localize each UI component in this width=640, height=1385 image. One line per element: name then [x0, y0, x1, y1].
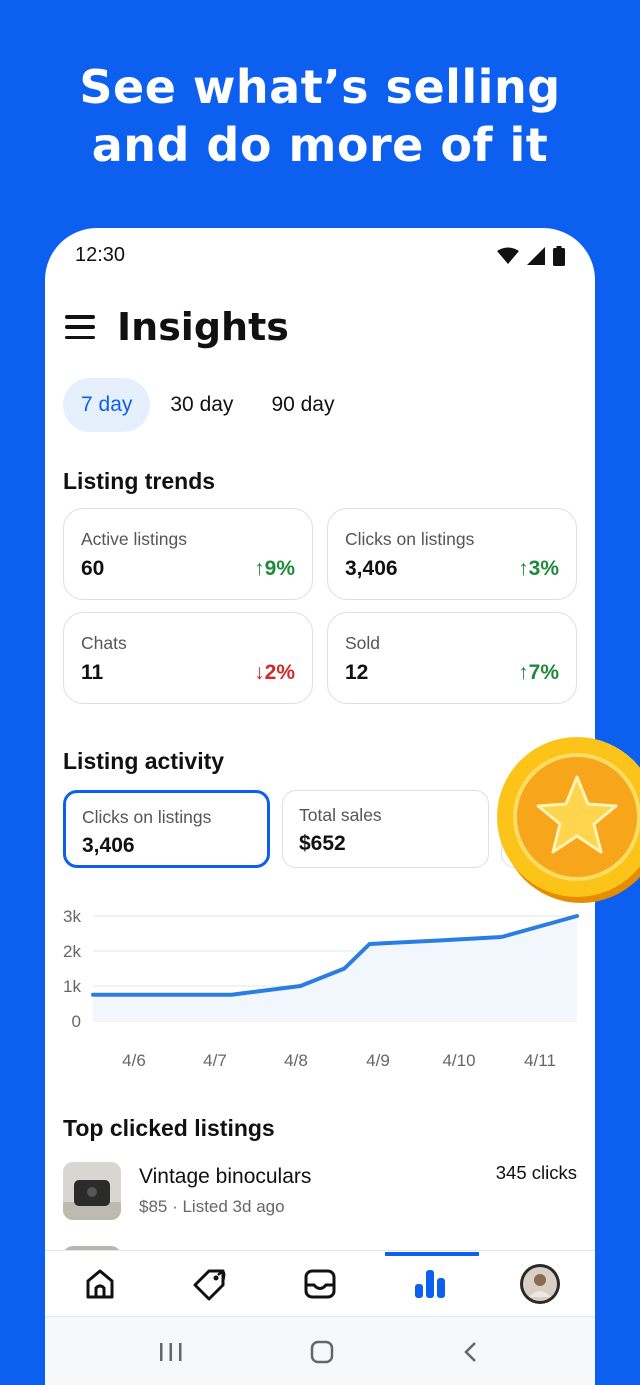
status-icons [497, 246, 565, 266]
status-time: 12:30 [75, 244, 126, 266]
y-tick-label: 3k [63, 907, 81, 926]
promo-headline: See what’s selling and do more of it [0, 58, 640, 174]
activity-card-clicks-on-listings[interactable]: Clicks on listings 3,406 [63, 790, 270, 868]
app-bar: Insights [65, 302, 289, 352]
activity-card-label: Clicks on listings [82, 807, 212, 827]
status-bar: 12:30 [75, 244, 565, 270]
trend-card-delta: ↑3% [518, 557, 559, 580]
trend-card-value: 11 [81, 661, 104, 684]
nav-inbox[interactable] [290, 1254, 350, 1314]
top-clicked-title: Top clicked listings [63, 1115, 275, 1141]
listing-clicks: 345 clicks [495, 1162, 577, 1183]
back-icon[interactable] [460, 1340, 482, 1364]
inbox-icon [304, 1269, 336, 1298]
trend-card-delta: ↑9% [254, 557, 295, 580]
home-icon [86, 1269, 114, 1298]
binoculars-image [63, 1162, 121, 1220]
battery-icon [553, 246, 565, 266]
trend-card-delta: ↑7% [518, 661, 559, 684]
star-coin-icon [497, 737, 640, 903]
trend-card-delta: ↓2% [254, 661, 295, 684]
tag-icon [193, 1269, 226, 1300]
x-tick-label: 4/11 [524, 1051, 556, 1070]
system-nav-bar [45, 1316, 595, 1385]
trend-card-active-listings[interactable]: Active listings 60 ↑9% [63, 508, 313, 600]
x-tick-label: 4/10 [442, 1051, 475, 1070]
list-item[interactable]: Vintage binoculars $85 · Listed 3d ago 3… [63, 1162, 577, 1224]
nav-selling[interactable] [180, 1254, 240, 1314]
x-tick-label: 4/6 [122, 1051, 146, 1070]
trend-card-value: 60 [81, 557, 105, 580]
listing-activity-chart: 3k 2k 1k 0 4/6 4/7 4/8 4/9 4/10 4/11 [63, 907, 579, 1070]
trend-card-value: 12 [345, 661, 369, 684]
home-button-icon[interactable] [309, 1339, 335, 1365]
headline-line-2: and do more of it [91, 118, 549, 172]
trend-card-sold[interactable]: Sold 12 ↑7% [327, 612, 577, 704]
listing-trends-title: Listing trends [63, 468, 216, 494]
y-tick-label: 2k [63, 942, 81, 961]
menu-icon[interactable] [65, 315, 95, 339]
listing-meta: $85 · Listed 3d ago [139, 1197, 285, 1216]
headline-line-1: See what’s selling [79, 60, 561, 114]
listing-name: Vintage binoculars [139, 1165, 312, 1188]
x-tick-label: 4/7 [203, 1051, 227, 1070]
y-tick-label: 1k [63, 977, 81, 996]
tab-90-day[interactable]: 90 day [253, 378, 352, 432]
y-tick-label: 0 [72, 1012, 81, 1031]
profile-avatar [520, 1263, 560, 1304]
x-tick-label: 4/9 [366, 1051, 390, 1070]
page-title: Insights [117, 305, 289, 349]
trend-card-clicks-on-listings[interactable]: Clicks on listings 3,406 ↑3% [327, 508, 577, 600]
recents-icon[interactable] [158, 1341, 184, 1363]
bottom-nav [45, 1250, 595, 1316]
listing-activity-title: Listing activity [63, 748, 225, 774]
trend-card-chats[interactable]: Chats 11 ↓2% [63, 612, 313, 704]
activity-card-label: Total sales [299, 805, 382, 825]
activity-card-total-sales[interactable]: Total sales $652 [282, 790, 489, 868]
x-tick-label: 4/8 [284, 1051, 308, 1070]
activity-card-value: 3,406 [82, 834, 135, 857]
trend-card-label: Active listings [81, 529, 188, 549]
range-tabs: 7 day 30 day 90 day [63, 378, 355, 432]
trend-card-value: 3,406 [345, 557, 398, 580]
trend-card-label: Sold [345, 633, 381, 653]
tab-30-day[interactable]: 30 day [152, 378, 251, 432]
wifi-icon [497, 247, 519, 264]
trend-card-label: Chats [81, 633, 127, 653]
tab-7-day[interactable]: 7 day [63, 378, 151, 432]
trend-card-label: Clicks on listings [345, 529, 475, 549]
nav-insights[interactable] [385, 1251, 479, 1314]
series-area [93, 916, 577, 1021]
cell-signal-icon [527, 247, 545, 265]
nav-home[interactable] [70, 1254, 130, 1314]
activity-card-value: $652 [299, 832, 346, 855]
nav-profile[interactable] [510, 1254, 570, 1314]
insights-bar-chart-icon [415, 1269, 445, 1298]
listing-thumbnail [63, 1162, 121, 1220]
